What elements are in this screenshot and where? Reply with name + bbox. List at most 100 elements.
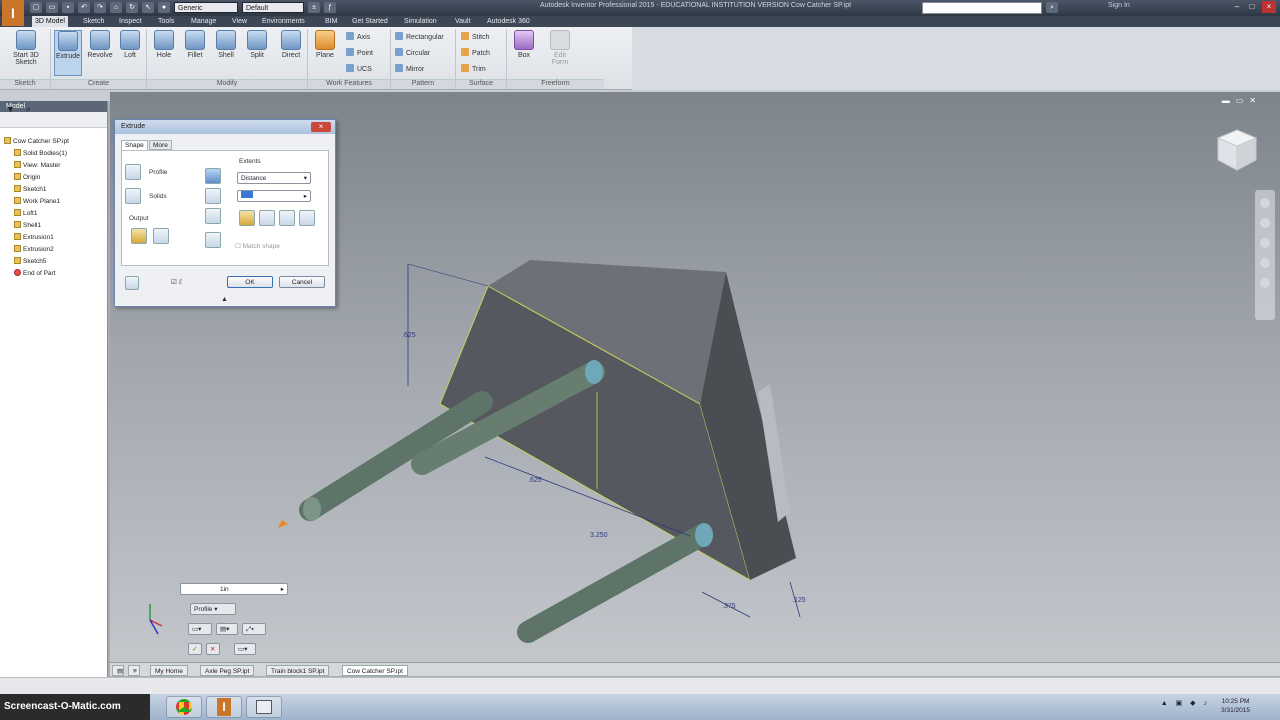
tab-3d-model[interactable]: 3D Model (32, 16, 68, 27)
hole-button[interactable]: Hole (150, 30, 178, 59)
doc-tab-train-block[interactable]: Train block1 SP.ipt (266, 665, 330, 676)
mini-menu-button[interactable]: ▭▾ (234, 643, 256, 655)
tab-sketch[interactable]: Sketch (80, 16, 107, 27)
output-solid-icon[interactable] (131, 228, 147, 244)
direction-default-icon[interactable] (239, 210, 255, 226)
direction-flipped-icon[interactable] (259, 210, 275, 226)
ucs-button[interactable]: UCS (346, 64, 372, 73)
window-taskbar-icon[interactable] (246, 696, 282, 718)
clock[interactable]: 10:25 PM 3/31/2015 (1221, 697, 1250, 715)
mirror-button[interactable]: Mirror (395, 64, 424, 73)
tab-simulation[interactable]: Simulation (401, 16, 440, 27)
profile-select-icon[interactable] (125, 164, 141, 180)
new-icon[interactable]: ▢ (30, 2, 42, 13)
help-search-input[interactable] (922, 2, 1042, 14)
tab-autodesk-360[interactable]: Autodesk 360 (484, 16, 533, 27)
output-surface-icon[interactable] (153, 228, 169, 244)
dimension-label-1[interactable]: .625 (402, 332, 416, 339)
tree-item-extrusion2[interactable]: Extrusion2 (14, 245, 54, 253)
tab-manage[interactable]: Manage (188, 16, 219, 27)
split-button[interactable]: Split (243, 30, 271, 59)
loft-button[interactable]: Loft (116, 30, 144, 59)
minimize-icon[interactable]: – (1230, 1, 1244, 13)
mini-ok-icon[interactable]: ✓ (188, 643, 202, 655)
trim-button[interactable]: Trim (461, 64, 486, 73)
fillet-button[interactable]: Fillet (181, 30, 209, 59)
material-select[interactable]: Default (242, 2, 304, 13)
tab-inspect[interactable]: Inspect (116, 16, 145, 27)
revolve-button[interactable]: Revolve (86, 30, 114, 59)
tree-item-sketch5[interactable]: Sketch5 (14, 257, 47, 265)
redo-icon[interactable]: ↷ (94, 2, 106, 13)
find-icon[interactable]: ⌕ (26, 104, 31, 115)
extents-type-select[interactable]: Distance ▾ (237, 172, 311, 184)
home-icon[interactable]: ⌂ (110, 2, 122, 13)
dialog-close-icon[interactable]: × (311, 122, 331, 132)
tab-environments[interactable]: Environments (259, 16, 308, 27)
direction-symmetric-icon[interactable] (279, 210, 295, 226)
axis-button[interactable]: Axis (346, 32, 370, 41)
maximize-icon[interactable]: □ (1245, 1, 1259, 13)
doc-tab-home[interactable]: My Home (150, 665, 188, 676)
tab-shape[interactable]: Shape (121, 140, 148, 150)
appearance-icon[interactable]: ● (158, 2, 170, 13)
point-button[interactable]: Point (346, 48, 373, 57)
update-icon[interactable]: ↻ (126, 2, 138, 13)
filter-icon[interactable]: ▼ (6, 104, 15, 114)
pan-icon[interactable] (1260, 218, 1270, 228)
tree-item-extrusion1[interactable]: Extrusion1 (14, 233, 54, 241)
cut-icon[interactable] (205, 188, 221, 204)
ok-button[interactable]: OK (227, 276, 273, 288)
mini-direction-button[interactable]: ⤢▾ (242, 623, 266, 635)
dimension-label-4[interactable]: .375 (722, 603, 736, 610)
direction-asymmetric-icon[interactable] (299, 210, 315, 226)
direction-arrow[interactable] (278, 520, 288, 528)
tab-bim[interactable]: BIM (322, 16, 340, 27)
tab-list-icon[interactable]: ▤ (112, 665, 124, 676)
preview-checkbox[interactable]: ☑ ℰ (171, 278, 183, 286)
tab-get-started[interactable]: Get Started (349, 16, 391, 27)
mini-distance-input[interactable]: 1in ▸ (180, 583, 288, 595)
viewport-window-controls-icon[interactable]: ▬▭✕ (1222, 96, 1262, 105)
tree-item-sketch1[interactable]: Sketch1 (14, 185, 47, 193)
mini-cancel-icon[interactable]: ✕ (206, 643, 220, 655)
tray-icons[interactable]: ▲ ▣ ◆ ♪ (1161, 699, 1210, 707)
plane-button[interactable]: Plane (311, 30, 339, 59)
mini-operation-button[interactable]: ▤▾ (216, 623, 238, 635)
zoom-icon[interactable] (1260, 238, 1270, 248)
fx-icon[interactable]: ƒ (324, 2, 336, 13)
dimension-label-3[interactable]: 3.250 (590, 532, 608, 539)
dimension-label-2[interactable]: .625 (528, 477, 542, 484)
appearance-select[interactable]: Generic (174, 2, 238, 13)
shell-button[interactable]: Shell (212, 30, 240, 59)
tree-item-end-of-part[interactable]: End of Part (14, 269, 56, 277)
tree-item-work-plane[interactable]: Work Plane1 (14, 197, 60, 205)
tree-item-solid-bodies[interactable]: Solid Bodies(1) (14, 149, 67, 157)
tree-item-loft1[interactable]: Loft1 (14, 209, 37, 217)
circular-pattern-button[interactable]: Circular (395, 48, 430, 57)
steering-wheel-icon[interactable] (1260, 198, 1270, 208)
expand-arrow-icon[interactable]: ▲ (221, 296, 228, 303)
solids-select-icon[interactable] (125, 188, 141, 204)
new-solid-icon[interactable] (205, 232, 221, 248)
tab-more[interactable]: More (149, 140, 172, 150)
tree-item-part[interactable]: Cow Catcher SP.ipt (4, 137, 69, 145)
join-icon[interactable] (205, 168, 221, 184)
tab-tools[interactable]: Tools (155, 16, 177, 27)
measure-icon[interactable]: ± (308, 2, 320, 13)
tab-menu-icon[interactable]: ≡ (128, 665, 140, 676)
distance-input[interactable]: ▸ (237, 190, 311, 202)
browser-header[interactable]: Model (0, 101, 107, 112)
direct-button[interactable]: Direct (277, 30, 305, 59)
open-icon[interactable]: ▭ (46, 2, 58, 13)
intersect-icon[interactable] (205, 208, 221, 224)
tab-vault[interactable]: Vault (452, 16, 473, 27)
mini-profile-select[interactable]: Profile ▾ (190, 603, 236, 615)
help-icon[interactable] (125, 276, 139, 290)
viewcube[interactable] (1212, 126, 1262, 176)
inventor-logo[interactable]: I (2, 0, 24, 26)
tree-item-origin[interactable]: Origin (14, 173, 40, 181)
chrome-icon[interactable] (166, 696, 202, 718)
navigation-bar[interactable] (1255, 190, 1275, 320)
binoculars-icon[interactable]: ⌕ (1046, 2, 1058, 13)
